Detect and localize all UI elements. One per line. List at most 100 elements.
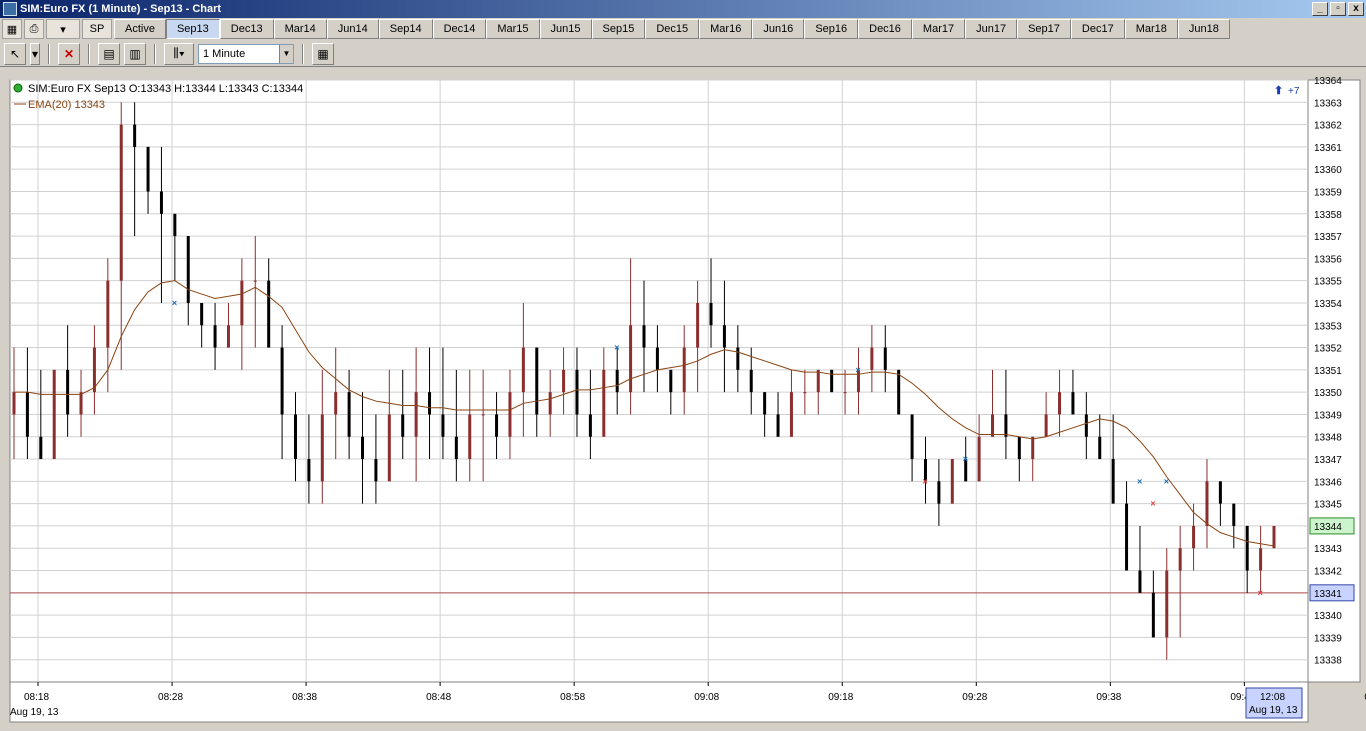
price-bar-body (401, 414, 405, 437)
price-bar-body (910, 414, 914, 460)
window-title: SIM:Euro FX (1 Minute) - Sep13 - Chart (20, 3, 222, 15)
price-bar-body (374, 459, 378, 482)
buy-marker: × (855, 365, 860, 375)
tab-sep17[interactable]: Sep17 (1017, 19, 1071, 39)
price-bar-body (642, 325, 646, 348)
price-bar-body (588, 414, 592, 437)
price-bar-body (240, 280, 244, 326)
tab-jun16[interactable]: Jun16 (752, 19, 805, 39)
price-chart[interactable]: 13338 13339 13340 13341 13342 13343 13344 13345… (0, 68, 1366, 728)
y-tick-label: 13348 (1314, 433, 1342, 444)
price-bar-body (307, 459, 311, 482)
tab-jun17[interactable]: Jun17 (965, 19, 1018, 39)
price-bar-body (1004, 414, 1008, 437)
price-bar-body (39, 436, 43, 460)
symbol-dropdown[interactable]: SP (82, 19, 112, 39)
print-icon[interactable]: ⎙ (24, 19, 44, 39)
price-bar-body (334, 392, 338, 415)
price-bar-body (200, 302, 204, 326)
minimize-button[interactable]: _ (1312, 2, 1328, 16)
tab-jun18[interactable]: Jun18 (1177, 19, 1230, 39)
y-tick-label: 13353 (1314, 321, 1342, 332)
tab-mar16[interactable]: Mar16 (699, 19, 753, 39)
price-bar-body (883, 347, 887, 370)
price-bar-body (173, 213, 177, 237)
interval-value: 1 Minute (203, 47, 246, 60)
y-tick-label: 13354 (1314, 299, 1342, 310)
tab-sep13[interactable]: Sep13 (165, 19, 220, 39)
price-bar-body (441, 414, 445, 437)
y-tick-label: 13357 (1314, 232, 1342, 243)
price-bar-body (562, 369, 566, 393)
tab-active[interactable]: Active (114, 19, 166, 39)
tab-mar18[interactable]: Mar18 (1124, 19, 1178, 39)
price-bar-body (106, 280, 110, 348)
x-tick-label: 09:28 (962, 692, 987, 703)
tab-jun14[interactable]: Jun14 (326, 19, 379, 39)
y-tick-label: 13347 (1314, 455, 1342, 466)
buy-marker: × (172, 298, 177, 308)
tab-mar15[interactable]: Mar15 (486, 19, 540, 39)
tab-jun15[interactable]: Jun15 (539, 19, 592, 39)
y-tick-label: 13360 (1314, 165, 1342, 176)
instruments-icon[interactable]: ▤ (98, 42, 120, 65)
price-bar-body (722, 325, 726, 348)
price-bar-body (1178, 548, 1182, 571)
close-button[interactable]: x (1348, 2, 1364, 16)
tab-sep16[interactable]: Sep16 (804, 19, 859, 39)
tab-sep15[interactable]: Sep15 (591, 19, 646, 39)
up-arrow-icon: ⬆ (1274, 85, 1283, 97)
price-bar-body (481, 414, 485, 416)
maximize-button[interactable]: ▫ (1330, 2, 1346, 16)
price-bar-body (1098, 436, 1102, 460)
x-tick-label: 08:48 (426, 692, 451, 703)
tab-dec13[interactable]: Dec13 (219, 19, 274, 39)
y-tick-label: 13343 (1314, 544, 1342, 555)
price-bar-body (159, 191, 163, 214)
buy-marker: × (614, 343, 619, 353)
price-bar-body (548, 392, 552, 415)
price-bar-body (1192, 525, 1196, 549)
chart-area[interactable]: 13338 13339 13340 13341 13342 13343 13344 13345… (0, 68, 1366, 728)
time-badge-date: Aug 19, 13 (1249, 705, 1298, 716)
price-bar-body (1084, 414, 1088, 437)
tab-dec17[interactable]: Dec17 (1070, 19, 1125, 39)
chart-toolbar: ↖ ▾ ✕ ▤ ▥ ⫼▾ 1 Minute ▼ ▦ (0, 41, 1366, 67)
price-bar-body (387, 414, 391, 482)
tab-dec14[interactable]: Dec14 (432, 19, 487, 39)
toolbar-separator (48, 43, 50, 64)
sell-marker: × (1258, 588, 1263, 598)
price-bar-body (977, 436, 981, 482)
cursor-dropdown-icon[interactable]: ▾ (30, 42, 40, 65)
bar-type-icon[interactable]: ⫼▾ (164, 42, 194, 65)
instrument-status-icon (13, 83, 23, 93)
tab-dec16[interactable]: Dec16 (858, 19, 912, 39)
price-bar-body (1071, 392, 1075, 415)
toolbar-separator (302, 43, 304, 64)
price-bar-body (535, 347, 539, 415)
interval-dropdown-arrow[interactable]: ▼ (279, 44, 293, 63)
properties-icon[interactable]: ▦ (2, 19, 22, 39)
price-bar-body (1165, 570, 1169, 638)
remove-drawings-icon[interactable]: ✕ (58, 42, 80, 65)
indicators-icon[interactable]: ▥ (124, 42, 146, 65)
cursor-icon[interactable]: ↖ (4, 42, 26, 65)
price-bar-body (575, 369, 579, 415)
price-bar-body (428, 392, 432, 415)
tab-mar14[interactable]: Mar14 (273, 19, 327, 39)
tab-mar17[interactable]: Mar17 (911, 19, 966, 39)
price-bar-body (1232, 503, 1236, 526)
y-tick-label: 13338 (1314, 656, 1342, 667)
interval-select[interactable]: 1 Minute ▼ (198, 43, 294, 64)
price-bar-body (66, 369, 70, 415)
price-bar-body (119, 124, 123, 281)
y-tick-label: 13356 (1314, 254, 1342, 265)
tab-dec15[interactable]: Dec15 (645, 19, 700, 39)
current-price-label: 13344 (1314, 522, 1342, 533)
data-menu-button[interactable]: ▾ (46, 19, 80, 39)
tab-sep14[interactable]: Sep14 (378, 19, 433, 39)
price-bar-body (1245, 525, 1249, 571)
level-price-label: 13341 (1314, 589, 1342, 600)
price-bar-body (870, 347, 874, 370)
data-box-icon[interactable]: ▦ (312, 42, 334, 65)
